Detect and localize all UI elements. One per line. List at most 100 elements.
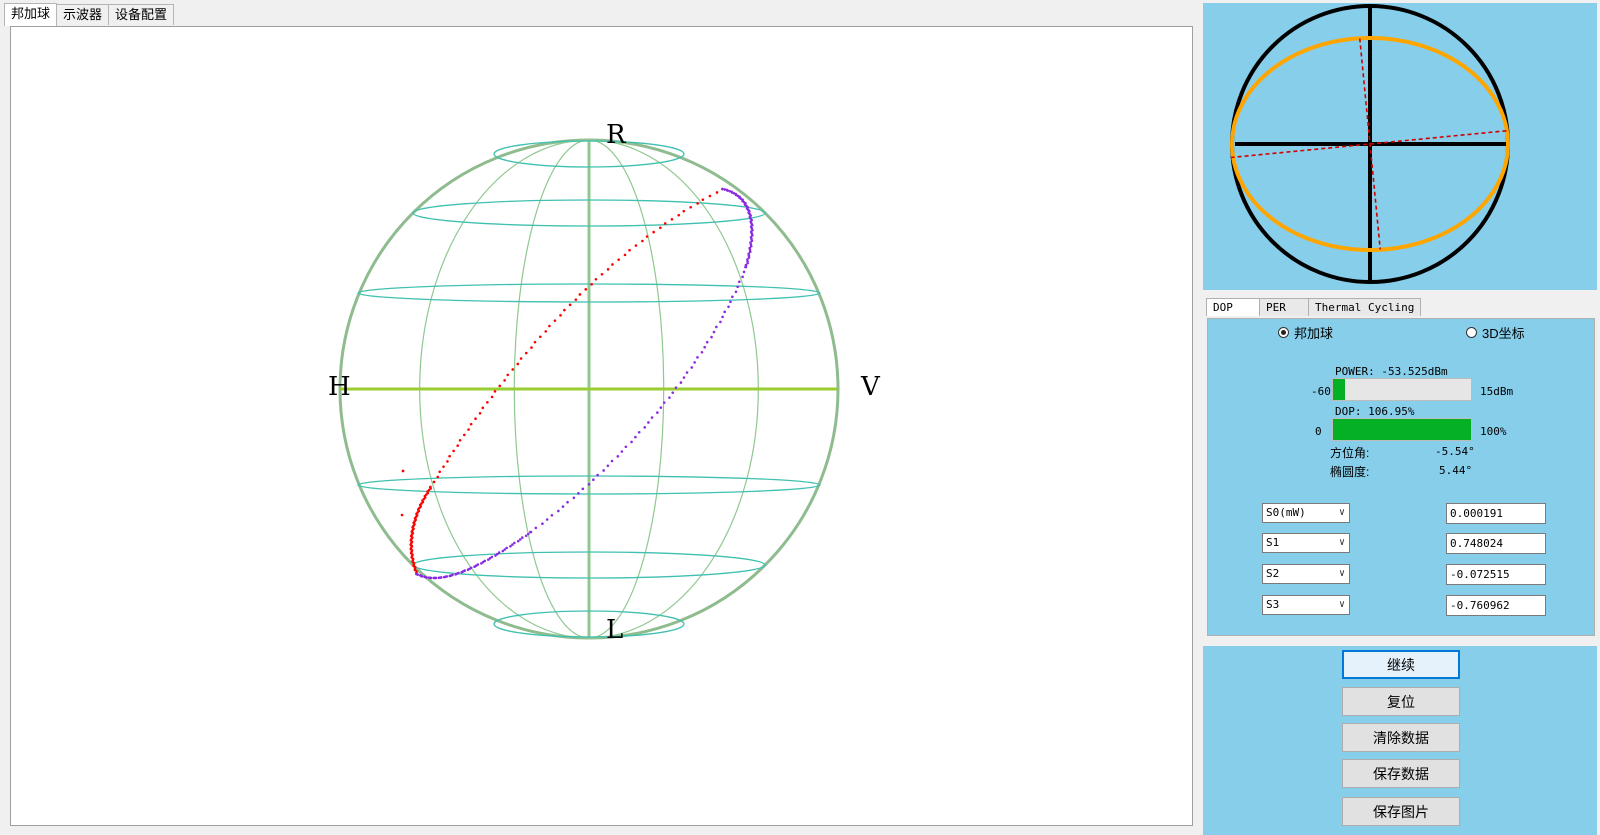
trace-point-red (578, 293, 582, 296)
stokes-select-s1[interactable]: S1 ∨ (1262, 533, 1350, 553)
trace-point-purple (606, 464, 610, 468)
poincare-plot-area[interactable]: R L H V (10, 26, 1193, 826)
trace-point-purple (737, 280, 741, 284)
dop-max-label: 100% (1480, 425, 1507, 438)
side-tab-bar: DOP PER Thermal Cycling (1206, 298, 1422, 316)
trace-point-purple (545, 518, 549, 521)
chevron-down-icon: ∨ (1338, 568, 1345, 579)
radio-poincare[interactable]: 邦加球 (1278, 323, 1333, 342)
trace-point-purple (679, 381, 683, 384)
trace-point-red (645, 235, 649, 238)
trace-point-purple (668, 396, 671, 399)
stokes-value-s1[interactable]: 0.748024 (1446, 533, 1546, 554)
polarization-ellipse-panel (1203, 3, 1597, 290)
tab-oscilloscope[interactable]: 示波器 (56, 4, 110, 25)
tab-thermal-cycling[interactable]: Thermal Cycling (1308, 298, 1422, 316)
trace-point-purple (620, 450, 624, 453)
trace-point-purple (643, 426, 647, 429)
trace-point-purple (529, 530, 532, 534)
trace-point-purple (742, 270, 746, 274)
power-min-label: -60 (1311, 385, 1331, 398)
trace-point-red (481, 406, 485, 410)
tab-dop[interactable]: DOP (1206, 298, 1260, 316)
tab-poincare[interactable]: 邦加球 (4, 3, 58, 26)
trace-point-purple (624, 445, 628, 449)
save-data-button[interactable]: 保存数据 (1342, 759, 1460, 788)
chevron-down-icon: ∨ (1338, 537, 1345, 548)
trace-point-purple (466, 568, 470, 571)
clear-data-button[interactable]: 清除数据 (1342, 723, 1460, 752)
trace-point-red (606, 268, 610, 271)
trace-point-red (590, 282, 594, 286)
trace-point-red (677, 213, 681, 217)
trace-point-red (429, 485, 432, 489)
trace-point-purple (524, 534, 528, 538)
trace-point-purple (682, 376, 686, 379)
dop-bar (1332, 418, 1472, 441)
trace-point-purple (727, 305, 730, 309)
pole-label-r: R (606, 120, 626, 150)
trace-point-red (467, 428, 470, 431)
trace-point-purple (511, 543, 514, 546)
radio-checked-icon (1278, 327, 1289, 338)
trace-point-purple (693, 361, 696, 364)
trace-point-red (478, 411, 482, 415)
trace-point-red (503, 379, 506, 382)
trace-point-purple (494, 554, 497, 557)
stokes-select-s3[interactable]: S3 ∨ (1262, 595, 1350, 615)
trace-point-purple (630, 440, 633, 444)
trace-point-red (458, 438, 462, 442)
trace-point-red (436, 475, 440, 479)
trace-point-purple (541, 522, 544, 526)
stokes-select-s3-value: S3 (1266, 598, 1280, 611)
trace-point-purple (437, 576, 441, 580)
stokes-value-s3[interactable]: -0.760962 (1446, 595, 1546, 616)
trace-point-red (530, 346, 533, 349)
trace-point-purple (700, 350, 704, 354)
trace-point-red (663, 222, 667, 225)
stokes-select-s1-value: S1 (1266, 536, 1280, 549)
trace-point-red (568, 303, 572, 307)
trace-point-red (456, 444, 460, 447)
trace-point-purple (616, 455, 620, 458)
trace-point-purple (685, 371, 689, 374)
tab-per[interactable]: PER (1259, 298, 1309, 316)
save-image-button[interactable]: 保存图片 (1342, 797, 1460, 826)
poincare-sphere (338, 138, 840, 640)
trace-point-red (696, 202, 699, 205)
trace-point-purple (550, 513, 554, 517)
trace-point-purple (473, 565, 476, 569)
stokes-value-s2[interactable]: -0.072515 (1446, 564, 1546, 585)
trace-point-red (617, 258, 620, 261)
trace-point-red (469, 422, 473, 426)
trace-point-red (623, 253, 627, 257)
trace-point-red (682, 209, 686, 213)
ellipticity-label: 椭圆度: (1330, 465, 1370, 479)
radio-3d[interactable]: 3D坐标 (1466, 323, 1525, 342)
polarization-ellipse (1230, 4, 1510, 284)
tab-device-config[interactable]: 设备配置 (108, 4, 175, 25)
trace-point-red (400, 513, 404, 517)
trace-point-purple (710, 335, 713, 339)
trace-point-red (516, 362, 520, 366)
pole-label-v: V (861, 372, 880, 402)
power-bar-fill (1333, 379, 1345, 400)
trace-point-purple (721, 315, 724, 319)
trace-point-purple (656, 411, 659, 414)
trace-point-purple (602, 469, 605, 472)
trace-point-red (563, 308, 566, 312)
power-readout: POWER: -53.525dBm (1335, 365, 1448, 378)
stokes-select-s0[interactable]: S0(mW) ∨ (1262, 503, 1350, 523)
action-button-panel: 继续 复位 清除数据 保存数据 保存图片 (1203, 646, 1597, 835)
trace-point-purple (460, 570, 464, 574)
trace-point-red (511, 368, 515, 371)
azimuth-label: 方位角: (1330, 446, 1370, 460)
stokes-value-s0[interactable]: 0.000191 (1446, 503, 1546, 524)
reset-button[interactable]: 复位 (1342, 687, 1460, 716)
power-bar (1332, 378, 1472, 401)
radio-unchecked-icon (1466, 327, 1477, 338)
trace-point-purple (659, 406, 663, 409)
stokes-select-s2[interactable]: S2 ∨ (1262, 564, 1350, 584)
continue-button[interactable]: 继续 (1342, 650, 1460, 679)
trace-point-red (701, 198, 705, 201)
